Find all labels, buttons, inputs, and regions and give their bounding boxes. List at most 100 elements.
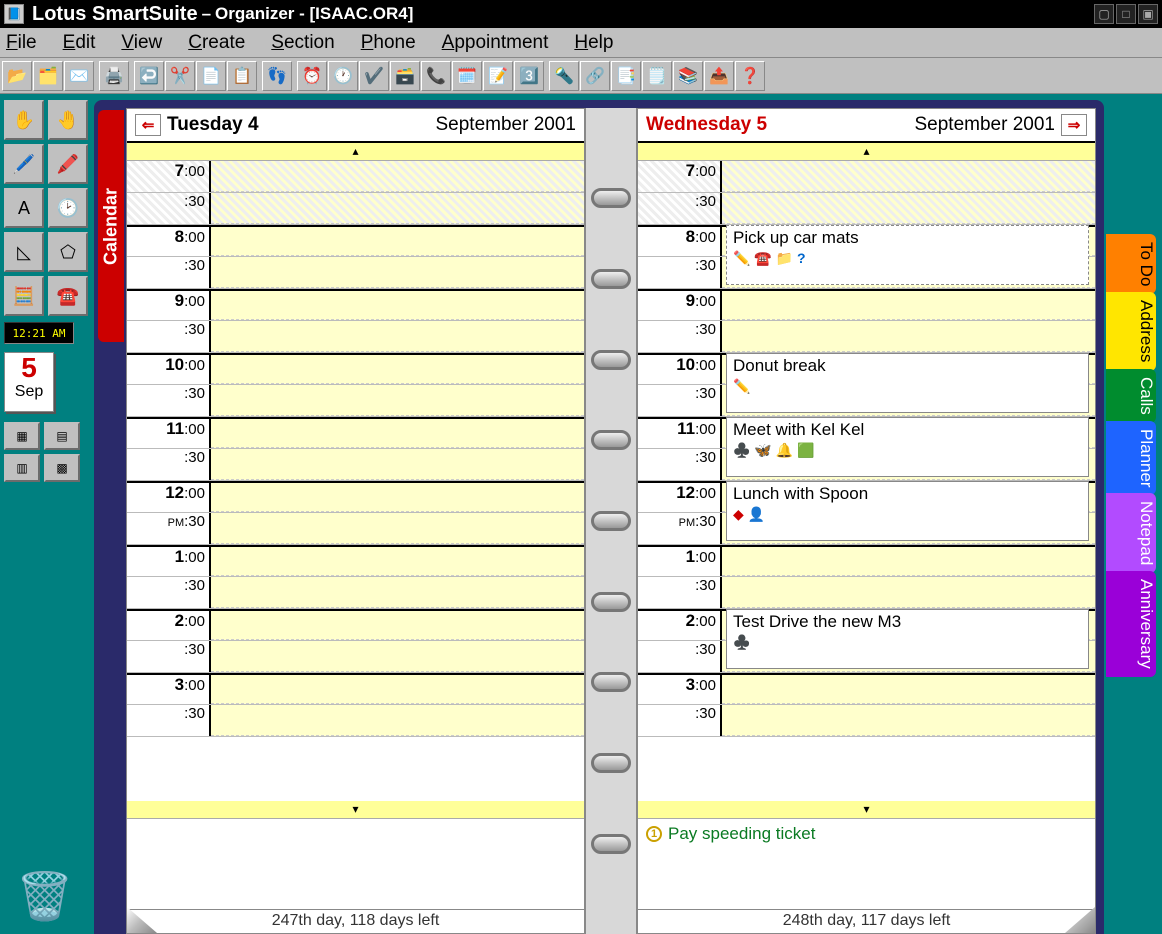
butterfly-icon: 🦋 xyxy=(754,442,771,458)
text-tool[interactable]: A xyxy=(4,188,44,228)
help-button[interactable]: ❓ xyxy=(735,61,765,91)
export-button[interactable]: 📤 xyxy=(704,61,734,91)
view-day-button[interactable]: ▦ xyxy=(4,422,40,450)
menu-section[interactable]: Section xyxy=(271,32,334,54)
house-tool[interactable]: ⬠ xyxy=(48,232,88,272)
trash-icon[interactable]: 🗑️ xyxy=(16,869,73,924)
mail-button[interactable]: ✉️ xyxy=(64,61,94,91)
club-icon: ♣️ xyxy=(733,442,750,458)
open-folder-button[interactable]: 🗂️ xyxy=(33,61,63,91)
grab-tool[interactable]: 🤚 xyxy=(48,100,88,140)
datepad-day: 5 xyxy=(5,353,53,383)
club-icon: ♣️ xyxy=(733,634,750,650)
close-button[interactable]: ▣ xyxy=(1138,4,1158,24)
tab-anniversary[interactable]: Anniversary xyxy=(1106,571,1156,677)
stamp-button[interactable]: 👣 xyxy=(262,61,292,91)
pen-tool[interactable]: 🖊️ xyxy=(4,144,44,184)
scroll-up-right[interactable]: ▴ xyxy=(638,143,1095,161)
alarm-button[interactable]: ⏰ xyxy=(297,61,327,91)
view-week-button[interactable]: ▥ xyxy=(4,454,40,482)
menu-phone[interactable]: Phone xyxy=(361,32,416,54)
cut-button[interactable]: ✂️ xyxy=(165,61,195,91)
flashlight-button[interactable]: 🔦 xyxy=(549,61,579,91)
prev-day-button[interactable]: ⇐ xyxy=(135,114,161,136)
left-month-label: September 2001 xyxy=(436,114,577,136)
question-icon: ? xyxy=(797,250,806,266)
menu-help[interactable]: Help xyxy=(574,32,613,54)
phone-icon: ☎️ xyxy=(754,250,771,266)
appointment-spoon[interactable]: Lunch with Spoon ◆ 👤 xyxy=(726,481,1089,541)
appointment-kel[interactable]: Meet with Kel Kel ♣️ 🦋 🔔 🟩 xyxy=(726,417,1089,477)
highlighter-tool[interactable]: 🖍️ xyxy=(48,144,88,184)
bell-icon: 🔔 xyxy=(776,442,793,458)
document-title: Organizer - [ISAAC.OR4] xyxy=(215,4,413,24)
clock-button[interactable]: 🕐 xyxy=(328,61,358,91)
notepad-button[interactable]: 🗒️ xyxy=(642,61,672,91)
scroll-up-left[interactable]: ▴ xyxy=(127,143,584,161)
title-sep: – xyxy=(202,4,211,24)
appointment-car-mats[interactable]: Pick up car mats ✏️ ☎️ 📁 ? xyxy=(726,225,1089,285)
menu-view[interactable]: View xyxy=(121,32,162,54)
appointment-donut[interactable]: Donut break ✏️ xyxy=(726,353,1089,413)
tab-address[interactable]: Address xyxy=(1106,292,1156,370)
scroll-down-right[interactable]: ▾ xyxy=(638,801,1095,819)
phone-button[interactable]: 📞 xyxy=(421,61,451,91)
next-day-button[interactable]: ⇒ xyxy=(1061,114,1087,136)
open-button[interactable]: 📂 xyxy=(2,61,32,91)
menu-bar: File Edit View Create Section Phone Appo… xyxy=(0,28,1162,58)
diamond-icon: ◆ xyxy=(733,506,744,522)
copy-button[interactable]: 📄 xyxy=(196,61,226,91)
book-button[interactable]: 📚 xyxy=(673,61,703,91)
phone-tool[interactable]: ☎️ xyxy=(48,276,88,316)
right-footer: 248th day, 117 days left xyxy=(638,909,1095,933)
tab-todo[interactable]: To Do xyxy=(1106,234,1156,294)
folder-icon: 📁 xyxy=(776,250,793,266)
link-button[interactable]: 🔗 xyxy=(580,61,610,91)
app-icon: 📘 xyxy=(4,4,24,24)
right-day-label: Wednesday 5 xyxy=(646,114,767,136)
toolbar: 📂 🗂️ ✉️ 🖨️ ↩️ ✂️ 📄 📋 👣 ⏰ 🕐 ✔️ 🗃️ 📞 🗓️ 📝 … xyxy=(0,58,1162,94)
priority-icon: 1 xyxy=(646,826,662,842)
menu-edit[interactable]: Edit xyxy=(63,32,96,54)
planner-button[interactable]: 🗓️ xyxy=(452,61,482,91)
calculator-tool[interactable]: 🧮 xyxy=(4,276,44,316)
shape-tool[interactable]: ◺ xyxy=(4,232,44,272)
calendar-tab[interactable]: Calendar xyxy=(98,110,124,342)
scroll-down-left[interactable]: ▾ xyxy=(127,801,584,819)
paste-button[interactable]: 📋 xyxy=(227,61,257,91)
app-title: Lotus SmartSuite xyxy=(32,3,198,26)
menu-file[interactable]: File xyxy=(6,32,37,54)
left-footer: 247th day, 118 days left xyxy=(127,909,584,933)
right-month-label: September 2001 xyxy=(915,114,1056,136)
hand-tool[interactable]: ✋ xyxy=(4,100,44,140)
minimize-button[interactable]: ▢ xyxy=(1094,4,1114,24)
check-button[interactable]: ✔️ xyxy=(359,61,389,91)
datepad-month: Sep xyxy=(5,383,53,401)
clock-tool[interactable]: 🕑 xyxy=(48,188,88,228)
left-day-label: Tuesday 4 xyxy=(167,114,259,136)
note-button[interactable]: 📝 xyxy=(483,61,513,91)
menu-create[interactable]: Create xyxy=(188,32,245,54)
maximize-button[interactable]: □ xyxy=(1116,4,1136,24)
pencil-icon: ✏️ xyxy=(733,378,750,394)
tab-planner[interactable]: Planner xyxy=(1106,421,1156,496)
filter-button[interactable]: 📑 xyxy=(611,61,641,91)
todo-item[interactable]: 1 Pay speeding ticket xyxy=(638,819,1095,849)
appointment-m3[interactable]: Test Drive the new M3 ♣️ xyxy=(726,609,1089,669)
clock-display: 12:21 AM xyxy=(4,322,74,344)
tab-calls[interactable]: Calls xyxy=(1106,369,1156,423)
undo-button[interactable]: ↩️ xyxy=(134,61,164,91)
right-time-grid[interactable]: 7:00 :30 8:00 :30 9:00 :30 10:00 :30 11:… xyxy=(638,161,1095,801)
left-time-grid[interactable]: 7:00 :30 8:00 :30 9:00 :30 10:00 :30 11:… xyxy=(127,161,584,801)
view-workweek-button[interactable]: ▤ xyxy=(44,422,80,450)
view-month-button[interactable]: ▩ xyxy=(44,454,80,482)
menu-appointment[interactable]: Appointment xyxy=(442,32,549,54)
date-button[interactable]: 3️⃣ xyxy=(514,61,544,91)
pencil-icon: ✏️ xyxy=(733,250,750,266)
right-page: Wednesday 5 September 2001 ⇒ ▴ 7:00 :30 … xyxy=(637,108,1096,934)
date-pad[interactable]: 5 Sep xyxy=(4,352,54,412)
card-button[interactable]: 🗃️ xyxy=(390,61,420,91)
binder-spine xyxy=(585,108,637,934)
print-button[interactable]: 🖨️ xyxy=(99,61,129,91)
tab-notepad[interactable]: Notepad xyxy=(1106,493,1156,573)
